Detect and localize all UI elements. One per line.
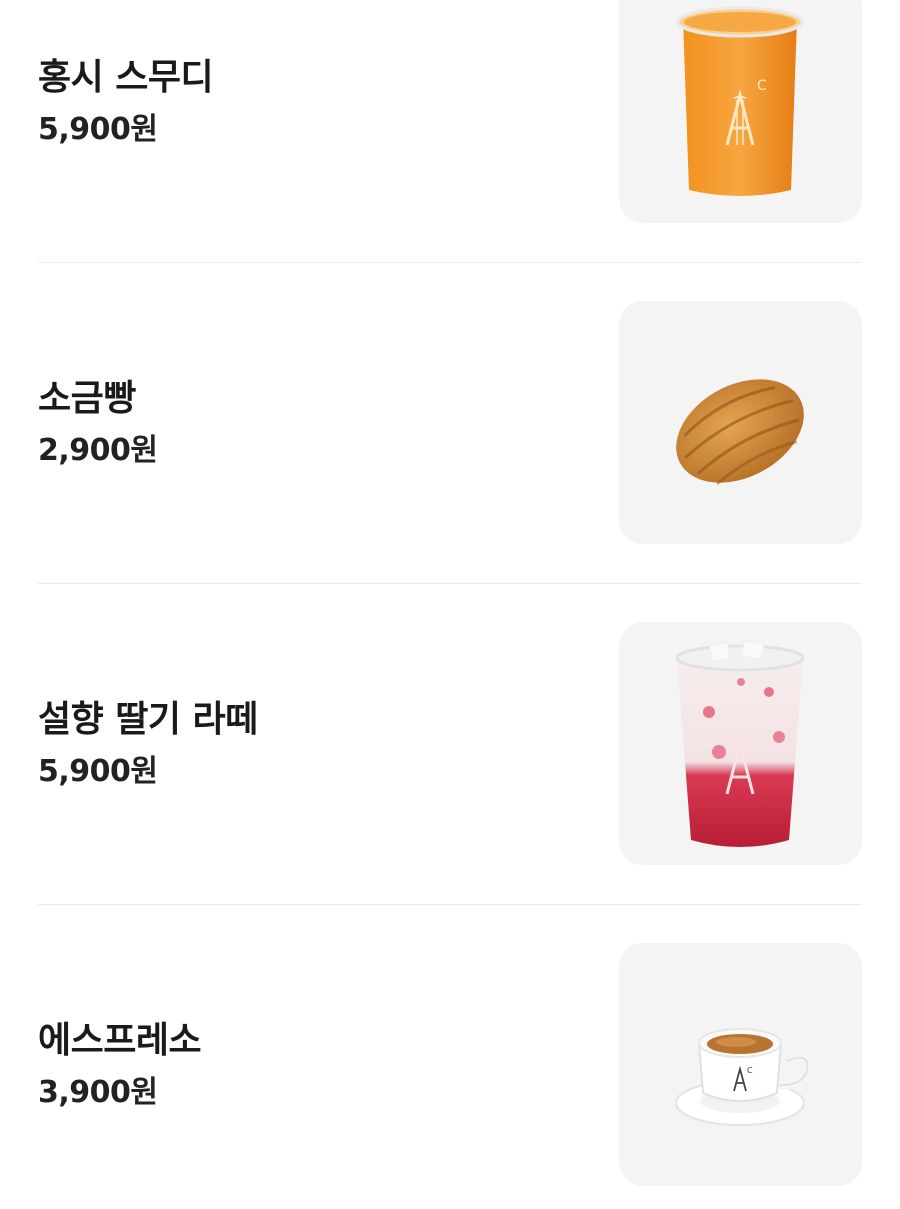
menu-item-salt-bread[interactable]: 소금빵 2,900원: [38, 301, 862, 544]
menu-item-strawberry-latte[interactable]: 설향 딸기 라떼 5,900원 C: [38, 622, 862, 865]
menu-item-text: 설향 딸기 라떼 5,900원: [38, 698, 258, 790]
menu-item-text: 에스프레소 3,900원: [38, 1019, 202, 1111]
svg-text:C: C: [747, 1066, 753, 1075]
menu-item-image[interactable]: C: [619, 622, 862, 865]
menu-list: 홍시 스무디 5,900원 C 소금빵 2,900원 설향 딸기 라떼 5,90…: [0, 0, 900, 1209]
menu-item-espresso[interactable]: 에스프레소 3,900원 C: [38, 943, 862, 1186]
divider: [38, 583, 862, 584]
menu-item-name: 에스프레소: [38, 1019, 202, 1061]
salt-bread-icon: [676, 379, 804, 486]
menu-item-image[interactable]: [619, 301, 862, 544]
menu-item-name: 홍시 스무디: [38, 56, 214, 98]
menu-item-text: 홍시 스무디 5,900원: [38, 56, 214, 148]
menu-item-name: 설향 딸기 라떼: [38, 698, 258, 740]
menu-item-persimmon-smoothie[interactable]: 홍시 스무디 5,900원 C: [38, 0, 862, 223]
menu-item-price: 5,900원: [38, 111, 158, 147]
svg-text:C: C: [757, 78, 767, 94]
menu-item-name: 소금빵: [38, 377, 136, 419]
menu-item-image[interactable]: C: [619, 943, 862, 1186]
divider: [38, 904, 862, 905]
menu-item-price: 3,900원: [38, 1074, 158, 1110]
menu-item-price: 5,900원: [38, 753, 158, 789]
divider: [38, 262, 862, 263]
persimmon-smoothie-icon: C: [676, 6, 804, 196]
menu-item-text: 소금빵 2,900원: [38, 377, 158, 469]
menu-item-image[interactable]: C: [619, 0, 862, 223]
espresso-cup-icon: C: [675, 1028, 813, 1126]
strawberry-latte-icon: C: [675, 640, 805, 847]
menu-item-price: 2,900원: [38, 432, 158, 468]
svg-text:C: C: [757, 728, 767, 744]
